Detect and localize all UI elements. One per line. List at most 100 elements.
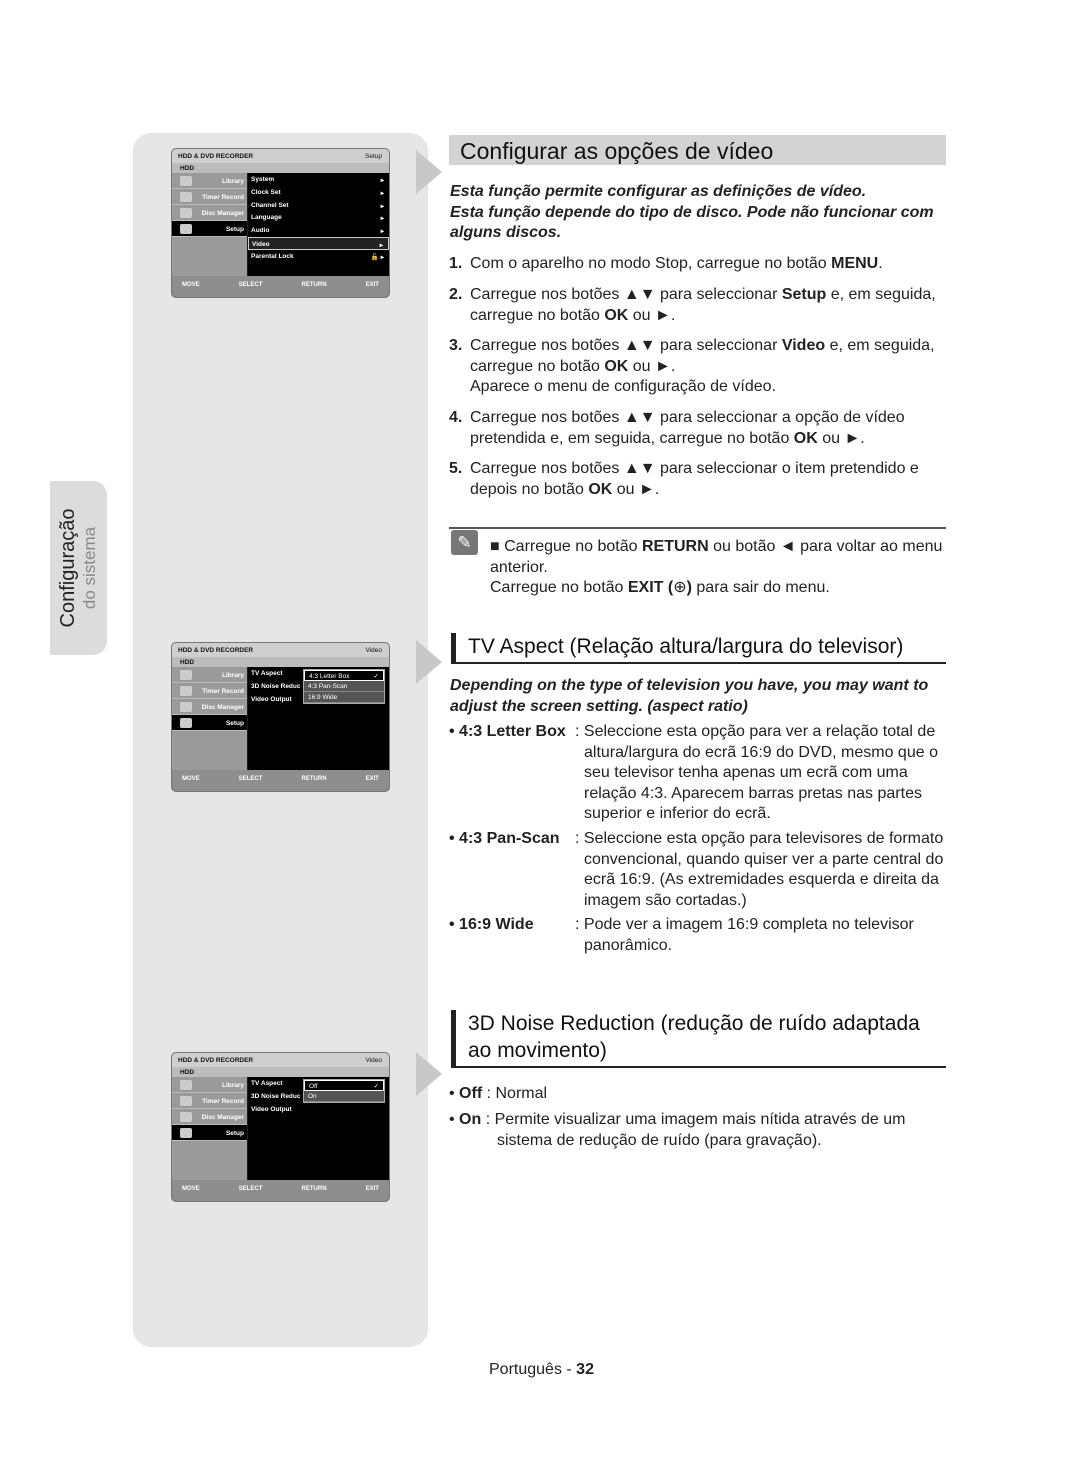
bold-text: Setup	[781, 286, 827, 303]
osd-menu: System ▸ Clock Set ▸ Channel Set ▸ Language ▸ Au…	[248, 173, 389, 277]
osd-item-icon	[180, 208, 192, 218]
osd-footer-hint: RETURN	[301, 282, 327, 288]
step-text: Com o aparelho no modo Stop, carregue no…	[470, 255, 883, 272]
osd-footer: MOVE SELECT RETURN EXIT	[172, 770, 389, 791]
osd-sidebar-item: Library	[172, 173, 247, 189]
osd-sidebar-item: Setup	[172, 221, 247, 237]
bold-text: MENU	[831, 255, 879, 272]
osd-menu-item: Video Output	[251, 1105, 292, 1113]
osd-source: HDD	[172, 1067, 389, 1077]
osd-tv-aspect-menu: HDD & DVD RECORDER Video HDD Library Timer R…	[171, 642, 390, 792]
osd-sidebar-item: Library	[172, 1077, 247, 1093]
section-heading-text: TV Aspect (Relação altura/largura do tel…	[468, 635, 904, 658]
osd-item-value: ▸	[379, 241, 383, 249]
section-intro: Depending on the type of television you …	[450, 677, 929, 715]
option-label: • 4:3 Pan-Scan	[449, 830, 560, 847]
bold-text: OK	[793, 429, 818, 447]
osd-item-value: ▸	[380, 189, 384, 197]
osd-popup-option: Off ✓	[304, 1080, 384, 1091]
step-text: Carregue nos botões ▲▼ para seleccionar …	[470, 409, 905, 447]
section-heading-text: 3D Noise Reduction (redução de ruído ada…	[468, 1012, 920, 1062]
osd-popup: 4:3 Letter Box ✓ 4:3 Pan-Scan 16:9 Wide	[303, 669, 385, 704]
osd-section: Video	[365, 1057, 382, 1064]
option-description: Normal	[495, 1085, 548, 1102]
pointer-arrow-icon	[416, 1052, 442, 1096]
bold-text: OK	[604, 306, 629, 324]
option-item: • Off : Normal	[449, 1085, 548, 1102]
osd-menu-item: Video ▸	[248, 236, 389, 250]
osd-item-icon	[180, 686, 192, 696]
osd-source: HDD	[172, 657, 389, 667]
osd-sidebar-item: Disc Manager	[172, 1109, 247, 1125]
osd-footer-hint: MOVE	[182, 282, 200, 288]
osd-sidebar-item: Setup	[172, 715, 247, 731]
osd-menu-item: Parental Lock 🔓 ▸	[251, 252, 384, 261]
section-title-bar: Configurar as opções de vídeo	[449, 135, 946, 165]
section-heading: TV Aspect (Relação altura/largura do tel…	[451, 633, 946, 664]
osd-source: HDD	[172, 163, 389, 173]
osd-popup: Off ✓ On	[303, 1079, 385, 1103]
osd-menu-item: System ▸	[251, 176, 384, 184]
osd-item-value: ▸	[380, 202, 384, 210]
osd-item-value: ▸	[380, 177, 384, 184]
osd-item-value: ▸	[380, 215, 384, 223]
osd-sidebar: Library Timer Record Disc Manager Setup	[172, 173, 247, 277]
step-text: Carregue nos botões ▲▼ para seleccionar …	[470, 286, 936, 324]
osd-footer-hint: EXIT	[365, 282, 379, 288]
osd-menu-item: Channel Set ▸	[251, 201, 384, 210]
note-divider	[449, 527, 946, 529]
osd-header: HDD & DVD RECORDER Video	[172, 643, 389, 657]
option-item: • On : Permite visualizar uma imagem mai…	[449, 1111, 906, 1149]
osd-sidebar-item: Disc Manager	[172, 205, 247, 221]
pointer-arrow-icon	[416, 150, 442, 194]
osd-popup-option: 4:3 Pan-Scan	[304, 681, 384, 692]
option-label: • 4:3 Letter Box	[449, 723, 566, 740]
osd-menu-item: Audio ▸	[251, 227, 384, 236]
osd-item-value: ▸	[380, 228, 384, 236]
osd-footer: MOVE SELECT RETURN EXIT	[172, 1180, 389, 1201]
osd-footer-hint: RETURN	[301, 776, 327, 782]
osd-sidebar-item: Setup	[172, 1125, 247, 1141]
osd-popup-option: 16:9 Wide	[304, 692, 384, 703]
osd-footer-hint: SELECT	[238, 1186, 263, 1192]
osd-item-icon	[180, 224, 192, 234]
step: 5. Carregue nos botões ▲▼ para selecciona…	[449, 459, 949, 500]
osd-footer-hint: RETURN	[301, 1186, 327, 1192]
osd-footer-hint: SELECT	[238, 776, 263, 782]
osd-footer-hint: SELECT	[238, 282, 263, 288]
option-description: : Seleccione esta opção para televisores…	[575, 830, 944, 909]
osd-sidebar-item: Timer Record	[172, 189, 247, 205]
option-label: • 16:9 Wide	[449, 916, 534, 933]
chapter-title: Configuração	[56, 508, 79, 628]
option-description: : Pode ver a imagem 16:9 completa no tel…	[575, 916, 914, 954]
step-number: 3.	[449, 337, 463, 354]
step: 2. Carregue nos botões ▲▼ para selecciona…	[449, 285, 949, 326]
osd-header: HDD & DVD RECORDER Video	[172, 1053, 389, 1067]
check-icon: ✓	[373, 1083, 379, 1090]
step-text: Carregue nos botões ▲▼ para seleccionar …	[470, 460, 919, 498]
osd-item-icon	[180, 1112, 192, 1122]
intro: Esta função permite configurar as defini…	[450, 182, 950, 244]
section-heading: 3D Noise Reduction (redução de ruído ada…	[451, 1010, 946, 1068]
step-number: 5.	[449, 460, 463, 477]
bold-text: OK	[588, 480, 613, 498]
footer-language: Português -	[489, 1361, 572, 1378]
step: 4. Carregue nos botões ▲▼ para selecciona…	[449, 408, 949, 449]
page-number: 32	[576, 1361, 594, 1378]
option-item: • 16:9 Wide : Pode ver a imagem 16:9 comp…	[449, 915, 949, 956]
option-item: • 4:3 Letter Box: Seleccione esta opção …	[449, 722, 949, 825]
osd-item-icon	[180, 1080, 192, 1090]
option-description: Permite visualizar uma imagem mais nítid…	[494, 1111, 906, 1149]
osd-item-icon	[180, 1096, 192, 1106]
chapter-subtitle: do sistema	[79, 526, 99, 610]
osd-popup-option: On	[304, 1091, 384, 1102]
osd-section: Setup	[365, 153, 382, 160]
osd-footer-hint: MOVE	[182, 776, 200, 782]
osd-popup-option: 4:3 Letter Box ✓	[304, 670, 384, 681]
note-text: ■ Carregue no botão RETURN ou botão ◄ pa…	[490, 538, 943, 596]
osd-menu-item: Language ▸	[251, 214, 384, 223]
osd-item-icon	[180, 192, 192, 202]
step-number: 4.	[449, 409, 463, 426]
osd-footer-hint: EXIT	[365, 1186, 379, 1192]
osd-footer-hint: EXIT	[365, 776, 379, 782]
